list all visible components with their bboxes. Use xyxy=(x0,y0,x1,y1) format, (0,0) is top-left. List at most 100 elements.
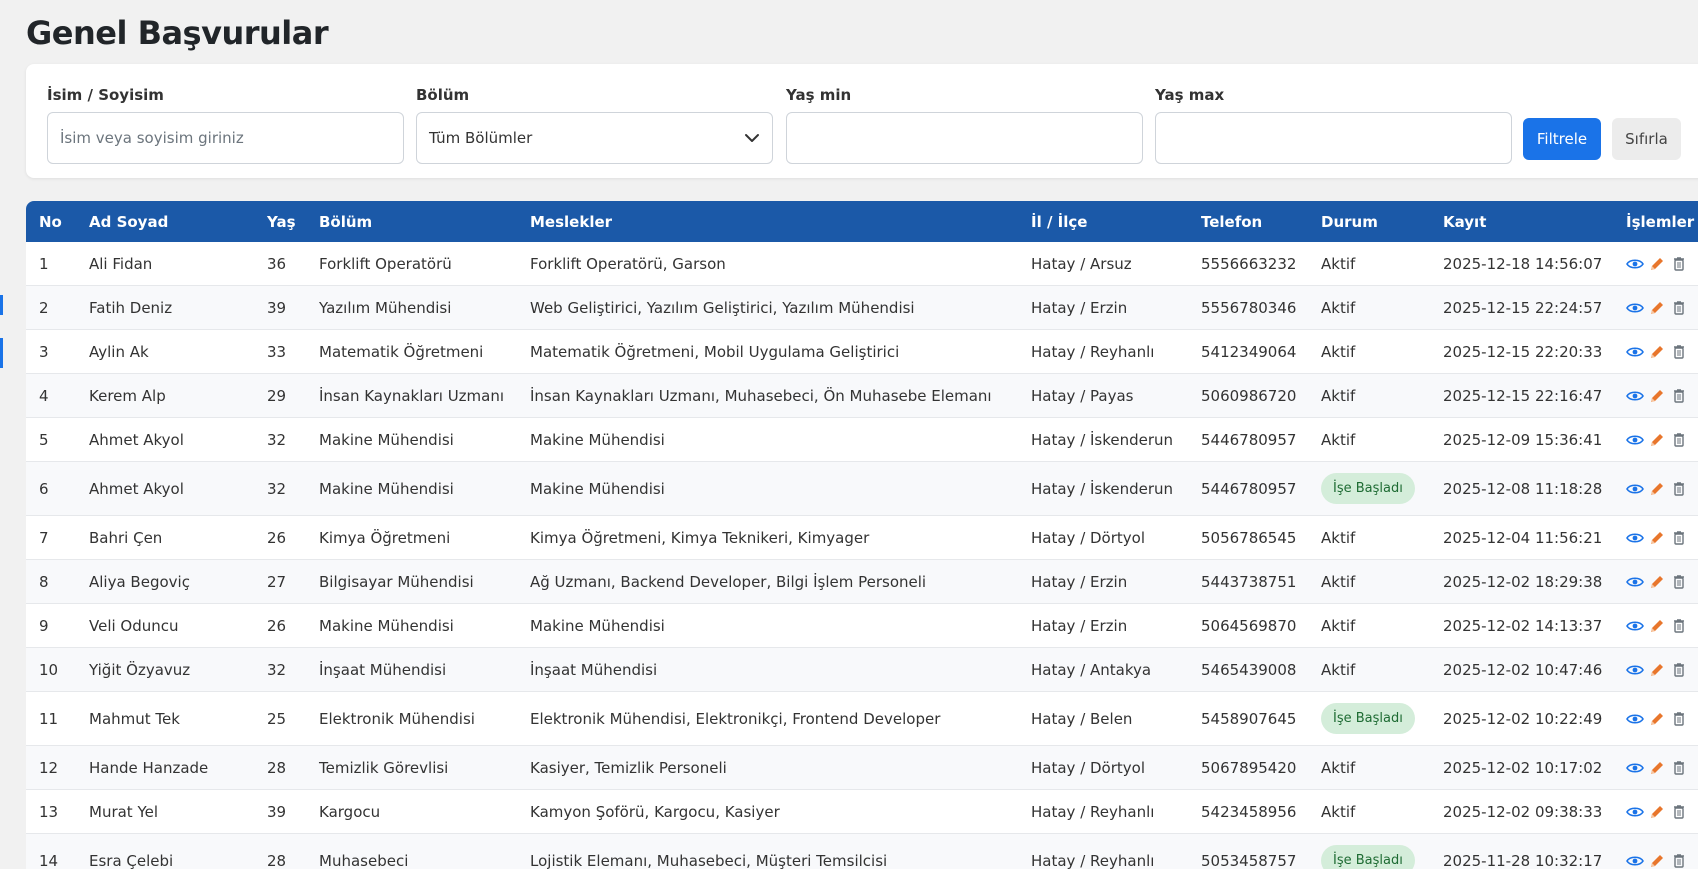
table-row: 8 Aliya Begoviç 27 Bilgisayar Mühendisi Ağ U… xyxy=(26,559,1698,604)
delete-button[interactable] xyxy=(1670,573,1688,591)
cell-professions: Lojistik Elemanı, Muhasebeci, Müşteri Te… xyxy=(517,833,1018,869)
trash-icon xyxy=(1674,804,1684,819)
cell-age: 32 xyxy=(254,417,306,462)
view-button[interactable] xyxy=(1626,431,1644,449)
cell-professions: Kamyon Şoförü, Kargocu, Kasiyer xyxy=(517,789,1018,834)
filter-panel: İsim / Soyisim Bölüm Tüm Bölümler Yaş mi… xyxy=(26,64,1698,178)
edit-button[interactable] xyxy=(1648,617,1666,635)
cell-location: Hatay / Belen xyxy=(1018,691,1188,746)
delete-button[interactable] xyxy=(1670,529,1688,547)
delete-button[interactable] xyxy=(1670,803,1688,821)
cell-professions: İnsan Kaynakları Uzmanı, Muhasebeci, Ön … xyxy=(517,373,1018,418)
delete-button[interactable] xyxy=(1670,661,1688,679)
column-header-no: No xyxy=(26,201,76,242)
cell-name: Ahmet Akyol xyxy=(76,461,254,516)
cell-status: İşe Başladı xyxy=(1308,833,1430,869)
eye-icon xyxy=(1626,390,1644,401)
edit-button[interactable] xyxy=(1648,573,1666,591)
edit-button[interactable] xyxy=(1648,852,1666,869)
cell-professions: Makine Mühendisi xyxy=(517,603,1018,648)
edit-button[interactable] xyxy=(1648,803,1666,821)
view-button[interactable] xyxy=(1626,803,1644,821)
view-button[interactable] xyxy=(1626,529,1644,547)
cell-age: 33 xyxy=(254,329,306,374)
cell-name: Fatih Deniz xyxy=(76,285,254,330)
view-button[interactable] xyxy=(1626,617,1644,635)
cell-location: Hatay / Dörtyol xyxy=(1018,745,1188,790)
cell-location: Hatay / Erzin xyxy=(1018,559,1188,604)
cell-department: Yazılım Mühendisi xyxy=(306,285,517,330)
eye-icon xyxy=(1626,664,1644,675)
view-button[interactable] xyxy=(1626,343,1644,361)
delete-button[interactable] xyxy=(1670,255,1688,273)
cell-age: 28 xyxy=(254,745,306,790)
age-max-filter: Yaş max xyxy=(1155,86,1512,164)
cell-age: 39 xyxy=(254,285,306,330)
delete-button[interactable] xyxy=(1670,759,1688,777)
cell-actions xyxy=(1613,833,1698,869)
cell-phone: 5458907645 xyxy=(1188,691,1308,746)
view-button[interactable] xyxy=(1626,852,1644,869)
delete-button[interactable] xyxy=(1670,431,1688,449)
edit-button[interactable] xyxy=(1648,710,1666,728)
trash-icon xyxy=(1674,300,1684,315)
edit-button[interactable] xyxy=(1648,299,1666,317)
cell-no: 9 xyxy=(26,603,76,648)
cell-status: Aktif xyxy=(1308,285,1430,330)
filter-button[interactable]: Filtrele xyxy=(1523,118,1601,160)
edit-button[interactable] xyxy=(1648,661,1666,679)
cell-status: Aktif xyxy=(1308,242,1430,286)
name-search-input[interactable] xyxy=(47,112,404,164)
view-button[interactable] xyxy=(1626,480,1644,498)
cell-name: Aliya Begoviç xyxy=(76,559,254,604)
view-button[interactable] xyxy=(1626,255,1644,273)
trash-icon xyxy=(1674,530,1684,545)
cell-location: Hatay / Dörtyol xyxy=(1018,515,1188,560)
cell-location: Hatay / İskenderun xyxy=(1018,417,1188,462)
view-button[interactable] xyxy=(1626,710,1644,728)
edit-button[interactable] xyxy=(1648,387,1666,405)
table-row: 6 Ahmet Akyol 32 Makine Mühendisi Makine Müh… xyxy=(26,461,1698,516)
department-select[interactable]: Tüm Bölümler xyxy=(416,112,773,164)
edit-button[interactable] xyxy=(1648,480,1666,498)
view-button[interactable] xyxy=(1626,387,1644,405)
cell-registered: 2025-12-09 15:36:41 xyxy=(1430,417,1613,462)
view-button[interactable] xyxy=(1626,299,1644,317)
age-max-input[interactable] xyxy=(1155,112,1512,164)
cell-department: Kimya Öğretmeni xyxy=(306,515,517,560)
view-button[interactable] xyxy=(1626,759,1644,777)
delete-button[interactable] xyxy=(1670,480,1688,498)
cell-location: Hatay / Antakya xyxy=(1018,647,1188,692)
view-button[interactable] xyxy=(1626,661,1644,679)
cell-phone: 5056786545 xyxy=(1188,515,1308,560)
cell-phone: 5465439008 xyxy=(1188,647,1308,692)
cell-professions: İnşaat Mühendisi xyxy=(517,647,1018,692)
cell-name: Kerem Alp xyxy=(76,373,254,418)
pencil-icon xyxy=(1651,805,1663,818)
age-max-label: Yaş max xyxy=(1155,86,1225,104)
view-button[interactable] xyxy=(1626,573,1644,591)
cell-phone: 5446780957 xyxy=(1188,461,1308,516)
edit-button[interactable] xyxy=(1648,343,1666,361)
delete-button[interactable] xyxy=(1670,617,1688,635)
edit-button[interactable] xyxy=(1648,255,1666,273)
delete-button[interactable] xyxy=(1670,299,1688,317)
cell-location: Hatay / Erzin xyxy=(1018,603,1188,648)
edit-button[interactable] xyxy=(1648,431,1666,449)
cell-name: Ali Fidan xyxy=(76,242,254,286)
delete-button[interactable] xyxy=(1670,343,1688,361)
delete-button[interactable] xyxy=(1670,387,1688,405)
reset-button[interactable]: Sıfırla xyxy=(1612,118,1681,160)
cell-registered: 2025-12-15 22:20:33 xyxy=(1430,329,1613,374)
side-accent xyxy=(0,338,3,368)
edit-button[interactable] xyxy=(1648,759,1666,777)
cell-name: Bahri Çen xyxy=(76,515,254,560)
table-row: 2 Fatih Deniz 39 Yazılım Mühendisi Web Geliş… xyxy=(26,285,1698,330)
table-row: 9 Veli Oduncu 26 Makine Mühendisi Makine Müh… xyxy=(26,603,1698,648)
cell-no: 14 xyxy=(26,833,76,869)
delete-button[interactable] xyxy=(1670,852,1688,869)
edit-button[interactable] xyxy=(1648,529,1666,547)
cell-phone: 5064569870 xyxy=(1188,603,1308,648)
delete-button[interactable] xyxy=(1670,710,1688,728)
age-min-input[interactable] xyxy=(786,112,1143,164)
